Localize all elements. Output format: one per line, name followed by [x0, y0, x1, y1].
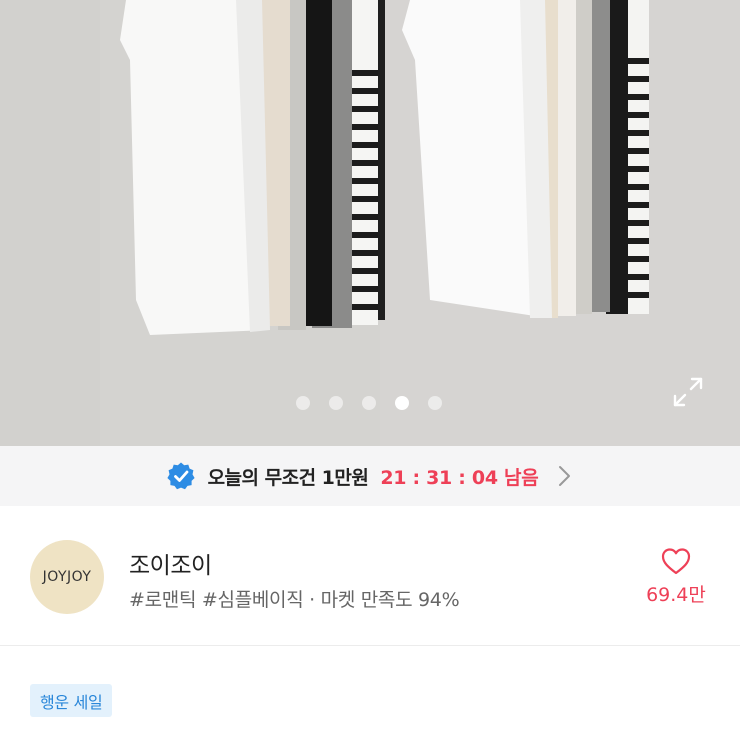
gallery-dot[interactable] — [362, 396, 376, 410]
shop-logo-text: JOYJOY — [42, 569, 92, 585]
promo-title: 오늘의 무조건 1만원 — [207, 466, 369, 489]
product-detail-section: 행운 세일 — [0, 647, 740, 740]
gallery-dot[interactable] — [428, 396, 442, 410]
gallery-dot[interactable] — [296, 396, 310, 410]
like-button[interactable]: 69.4만 — [640, 546, 712, 607]
promo-banner[interactable]: 오늘의 무조건 1만원 21 : 31 : 04 남음 — [0, 446, 740, 506]
heart-icon — [661, 548, 691, 575]
shop-info-row[interactable]: JOYJOY 조이조이 #로맨틱 #심플베이직 · 마켓 만족도 94% 69.… — [0, 506, 740, 646]
promo-countdown: 21 : 31 : 04 남음 — [380, 466, 539, 489]
gallery-dot-active[interactable] — [395, 396, 409, 410]
sale-badge: 행운 세일 — [30, 684, 113, 717]
gallery-pagination — [296, 396, 442, 410]
like-count: 69.4만 — [646, 584, 706, 606]
promo-content: 오늘의 무조건 1만원 21 : 31 : 04 남음 — [166, 461, 575, 491]
product-photo — [0, 0, 740, 446]
expand-icon[interactable] — [672, 376, 704, 408]
verified-check-icon — [166, 462, 195, 490]
product-page: 오늘의 무조건 1만원 21 : 31 : 04 남음 JOYJOY 조이조이 … — [0, 0, 740, 740]
product-image-gallery[interactable] — [0, 0, 740, 446]
gallery-dot[interactable] — [329, 396, 343, 410]
shop-tags: #로맨틱 #심플베이직 · 마켓 만족도 94% — [129, 589, 460, 611]
chevron-right-icon — [559, 466, 571, 486]
shop-name[interactable]: 조이조이 — [129, 546, 212, 580]
shop-logo[interactable]: JOYJOY — [30, 540, 104, 614]
